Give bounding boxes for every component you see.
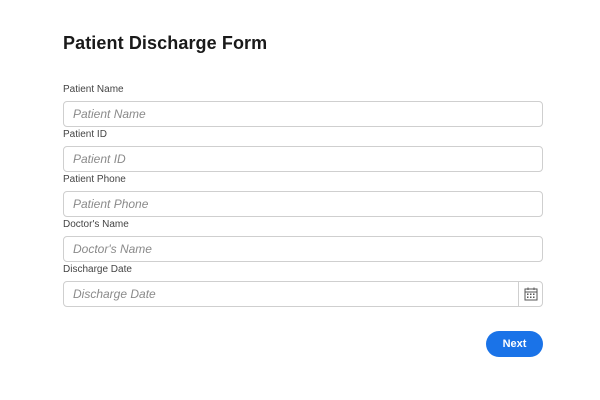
doctor-name-group: Doctor's Name (63, 219, 543, 262)
discharge-form-page: Patient Discharge Form Patient Name Pati… (0, 0, 600, 400)
patient-name-group: Patient Name (63, 84, 543, 127)
patient-id-group: Patient ID (63, 129, 543, 172)
patient-phone-input[interactable] (63, 191, 543, 217)
page-title: Patient Discharge Form (63, 33, 268, 53)
patient-name-input[interactable] (63, 101, 543, 127)
next-button[interactable]: Next (486, 331, 543, 357)
patient-id-input[interactable] (63, 146, 543, 172)
doctor-name-label: Doctor's Name (63, 219, 129, 230)
calendar-icon (524, 287, 538, 301)
patient-id-label: Patient ID (63, 129, 107, 140)
patient-name-label: Patient Name (63, 84, 124, 95)
date-picker-button[interactable] (518, 281, 543, 307)
patient-phone-label: Patient Phone (63, 174, 126, 185)
discharge-date-input[interactable] (63, 281, 543, 307)
discharge-date-label: Discharge Date (63, 264, 132, 275)
discharge-date-wrapper (63, 281, 543, 307)
discharge-date-group: Discharge Date (63, 264, 543, 307)
patient-phone-group: Patient Phone (63, 174, 543, 217)
doctor-name-input[interactable] (63, 236, 543, 262)
